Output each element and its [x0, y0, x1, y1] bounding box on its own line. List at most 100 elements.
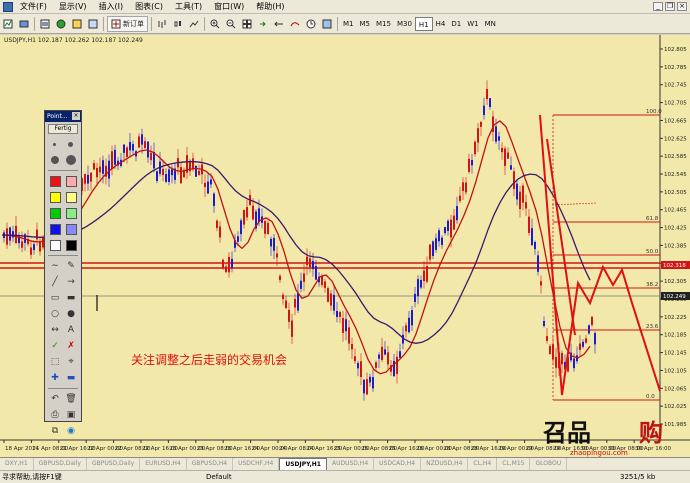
- timeframe-h1[interactable]: H1: [414, 16, 433, 31]
- close-icon[interactable]: ×: [72, 112, 80, 120]
- toolbar-divider: [337, 16, 338, 31]
- plus-icon[interactable]: ✚: [49, 372, 61, 384]
- timeframe-m5[interactable]: M5: [357, 17, 374, 31]
- timeframe-w1[interactable]: W1: [464, 17, 481, 31]
- toolbar-divider: [151, 16, 152, 31]
- chart-tab[interactable]: NZDUSD,H4: [421, 458, 469, 470]
- line-chart-button[interactable]: [187, 16, 201, 32]
- stamp-icon[interactable]: ⌖: [65, 356, 77, 368]
- auto-scroll-button[interactable]: [256, 16, 270, 32]
- menu-window[interactable]: 窗口(W): [210, 1, 252, 12]
- price-tick-label: 102.505: [664, 190, 687, 196]
- color-swatch[interactable]: [65, 239, 77, 251]
- chart-canvas[interactable]: 102.805 102.785 102.745 102.705 102.665 102.6…: [0, 35, 690, 457]
- print-icon[interactable]: ⎙: [49, 409, 61, 421]
- chart-tab[interactable]: USDCAD,H4: [374, 458, 422, 470]
- timeframe-m30[interactable]: M30: [394, 17, 415, 31]
- market-watch-button[interactable]: [38, 16, 52, 32]
- pencil-icon[interactable]: ✎: [65, 260, 77, 272]
- chart-tab[interactable]: GBPUSD,Daily: [87, 458, 141, 470]
- timeframe-m1[interactable]: M1: [340, 17, 357, 31]
- menu-tools[interactable]: 工具(T): [171, 1, 210, 12]
- candlestick-button[interactable]: [171, 16, 185, 32]
- cross-icon[interactable]: ✗: [65, 340, 77, 352]
- chart-tab[interactable]: GBPUSD,H4: [187, 458, 234, 470]
- period-button[interactable]: [304, 16, 318, 32]
- candle-body: [303, 273, 305, 282]
- tile-windows-button[interactable]: [240, 16, 254, 32]
- color-swatch[interactable]: [65, 175, 77, 187]
- color-swatch[interactable]: [49, 223, 61, 235]
- color-swatch[interactable]: [49, 207, 61, 219]
- undo-icon[interactable]: ↶: [49, 393, 61, 405]
- freehand-icon[interactable]: ∼: [49, 260, 61, 272]
- color-swatch[interactable]: [49, 191, 61, 203]
- templates-icon: [322, 19, 332, 28]
- text-tool-icon[interactable]: A: [65, 324, 77, 336]
- chart-shift-button[interactable]: [272, 16, 286, 32]
- globe-icon[interactable]: ◉: [65, 425, 77, 437]
- double-arrow-icon[interactable]: ↔: [49, 324, 61, 336]
- new-order-button[interactable]: 新订单: [107, 15, 148, 32]
- menu-charts[interactable]: 图表(C): [131, 1, 171, 12]
- color-swatch[interactable]: [65, 207, 77, 219]
- timeframe-h4[interactable]: H4: [433, 17, 449, 31]
- save-icon[interactable]: ▣: [65, 409, 77, 421]
- new-chart-button[interactable]: [1, 16, 15, 32]
- brush-size-medium[interactable]: [68, 141, 73, 147]
- minimize-button[interactable]: _: [653, 2, 663, 11]
- candle-body: [441, 237, 443, 245]
- profiles-button[interactable]: [17, 16, 31, 32]
- minus-icon[interactable]: ▬: [65, 372, 77, 384]
- color-swatch[interactable]: [49, 175, 61, 187]
- menu-file[interactable]: 文件(F): [16, 1, 55, 12]
- chart-tab[interactable]: EURUSD,H4: [140, 458, 187, 470]
- rectangle-icon[interactable]: ▭: [49, 292, 61, 304]
- trash-icon[interactable]: 🗑: [65, 393, 77, 405]
- menu-insert[interactable]: 插入(I): [95, 1, 132, 12]
- chart-tab[interactable]: GLOBOU: [530, 458, 568, 470]
- timeframe-m15[interactable]: M15: [373, 17, 394, 31]
- chart-tab[interactable]: AUDUSD,H4: [327, 458, 375, 470]
- color-swatch[interactable]: [65, 223, 77, 235]
- copy-icon[interactable]: ⧉: [49, 425, 61, 437]
- color-swatch[interactable]: [65, 191, 77, 203]
- navigator-button[interactable]: [70, 16, 84, 32]
- ellipse-icon[interactable]: ○: [49, 308, 61, 320]
- brush-size-small[interactable]: [53, 142, 56, 146]
- candle-body: [171, 169, 173, 176]
- check-icon[interactable]: ✓: [49, 340, 61, 352]
- bar-chart-button[interactable]: [155, 16, 169, 32]
- chart-tab[interactable]: CL,M15: [497, 458, 531, 470]
- chart-tab[interactable]: GBPUSD,Daily: [34, 458, 87, 470]
- close-button[interactable]: ×: [677, 2, 687, 11]
- terminal-button[interactable]: [86, 16, 100, 32]
- chart-tab[interactable]: DXY,H1: [0, 458, 34, 470]
- zoom-in-button[interactable]: [208, 16, 222, 32]
- brush-size-large[interactable]: [50, 156, 59, 164]
- restore-button[interactable]: ❐: [665, 2, 675, 11]
- line-icon[interactable]: ╱: [49, 276, 61, 288]
- templates-button[interactable]: [320, 16, 334, 32]
- indicators-button[interactable]: [288, 16, 302, 32]
- arrow-line-icon[interactable]: →: [65, 276, 77, 288]
- color-swatch[interactable]: [49, 239, 61, 251]
- chart-tab[interactable]: CL,H4: [468, 458, 498, 470]
- menu-view[interactable]: 显示(V): [55, 1, 95, 12]
- menu-help[interactable]: 帮助(H): [252, 1, 292, 12]
- zoom-out-button[interactable]: [224, 16, 238, 32]
- chart-tab[interactable]: USDCHF,H4: [233, 458, 280, 470]
- done-button[interactable]: Fertig: [48, 124, 78, 134]
- candle-body: [6, 228, 8, 245]
- chart-tab[interactable]: USDJPY,H1: [279, 458, 327, 470]
- data-window-button[interactable]: [54, 16, 68, 32]
- filled-rectangle-icon[interactable]: ▬: [65, 292, 77, 304]
- select-icon[interactable]: ⬚: [49, 356, 61, 368]
- filled-ellipse-icon[interactable]: ●: [65, 308, 77, 320]
- price-chart[interactable]: 102.805 102.785 102.745 102.705 102.665 102.6…: [0, 35, 690, 457]
- timeframe-d1[interactable]: D1: [448, 17, 464, 31]
- price-tick-label: 102.625: [664, 136, 687, 142]
- candle-body: [378, 354, 380, 359]
- brush-size-xlarge[interactable]: [65, 155, 76, 165]
- timeframe-mn[interactable]: MN: [482, 17, 499, 31]
